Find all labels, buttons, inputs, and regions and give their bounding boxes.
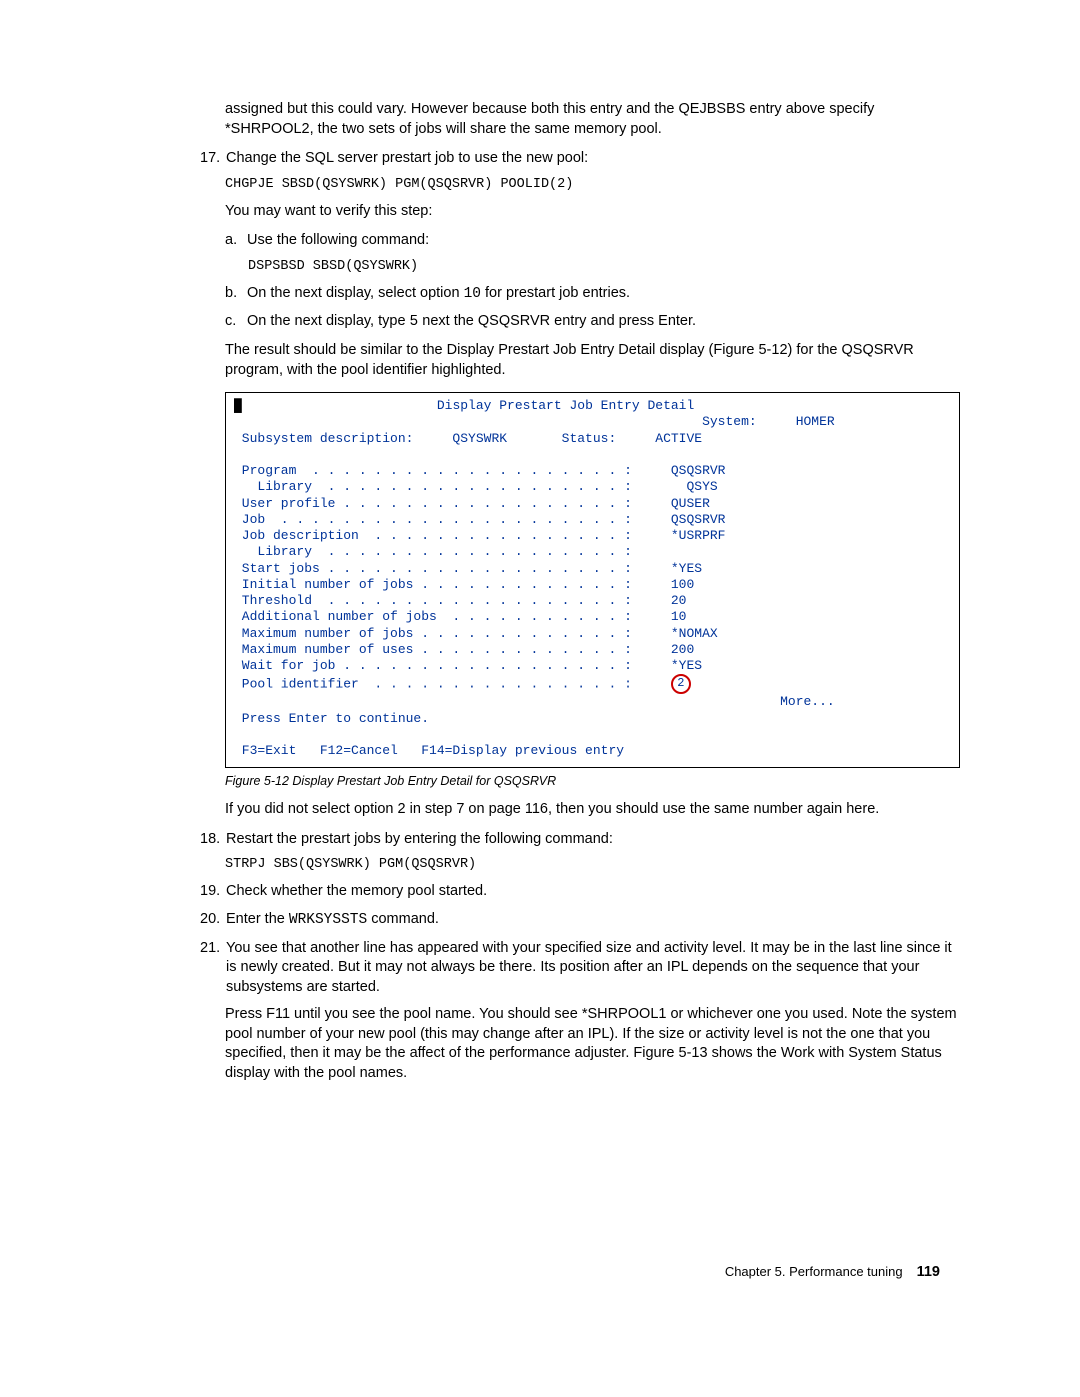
step-17-result: The result should be similar to the Disp… — [225, 341, 960, 380]
sub-label: b. — [225, 284, 247, 305]
figure-caption: Figure 5-12 Display Prestart Job Entry D… — [225, 774, 960, 788]
footer-page: 119 — [917, 1264, 940, 1280]
step-17: 17. Change the SQL server prestart job t… — [200, 149, 960, 169]
terminal-figure: █ Display Prestart Job Entry Detail Syst… — [225, 392, 960, 768]
sub-label: c. — [225, 312, 247, 333]
step-num: 20. — [200, 910, 226, 931]
sub-text: On the next display, select option 10 fo… — [247, 284, 630, 305]
step-num: 17. — [200, 149, 226, 169]
step-17c: c. On the next display, type 5 next the … — [225, 312, 960, 333]
step-21: 21. You see that another line has appear… — [200, 939, 960, 998]
step-20: 20. Enter the WRKSYSSTS command. — [200, 910, 960, 931]
sub-text: Use the following command: — [247, 231, 429, 251]
sub-text: On the next display, type 5 next the QSQ… — [247, 312, 696, 333]
footer-chapter: Chapter 5. Performance tuning — [725, 1264, 903, 1279]
step-17b: b. On the next display, select option 10… — [225, 284, 960, 305]
page-footer: Chapter 5. Performance tuning 119 — [140, 1264, 960, 1280]
step-17-verify: You may want to verify this step: — [225, 202, 960, 222]
step-num: 18. — [200, 830, 226, 850]
step-text: Check whether the memory pool started. — [226, 882, 487, 902]
step-text: Enter the WRKSYSSTS command. — [226, 910, 439, 931]
step-17-cmd: CHGPJE SBSD(QSYSWRK) PGM(QSQSRVR) POOLID… — [225, 177, 960, 192]
step-19: 19. Check whether the memory pool starte… — [200, 882, 960, 902]
step-18: 18. Restart the prestart jobs by enterin… — [200, 830, 960, 850]
step-num: 19. — [200, 882, 226, 902]
step-text: You see that another line has appeared w… — [226, 939, 960, 998]
step-17a-cmd: DSPSBSD SBSD(QSYSWRK) — [248, 259, 960, 274]
step-text: Change the SQL server prestart job to us… — [226, 149, 588, 169]
intro-paragraph: assigned but this could vary. However be… — [225, 100, 960, 139]
step-17a: a. Use the following command: — [225, 231, 960, 251]
step-text: Restart the prestart jobs by entering th… — [226, 830, 613, 850]
step-18-cmd: STRPJ SBS(QSYSWRK) PGM(QSQSRVR) — [225, 857, 960, 872]
step-num: 21. — [200, 939, 226, 998]
after-figure-note: If you did not select option 2 in step 7… — [225, 800, 960, 820]
sub-label: a. — [225, 231, 247, 251]
step-21-p2: Press F11 until you see the pool name. Y… — [225, 1005, 960, 1083]
terminal-content: █ Display Prestart Job Entry Detail Syst… — [228, 395, 957, 765]
